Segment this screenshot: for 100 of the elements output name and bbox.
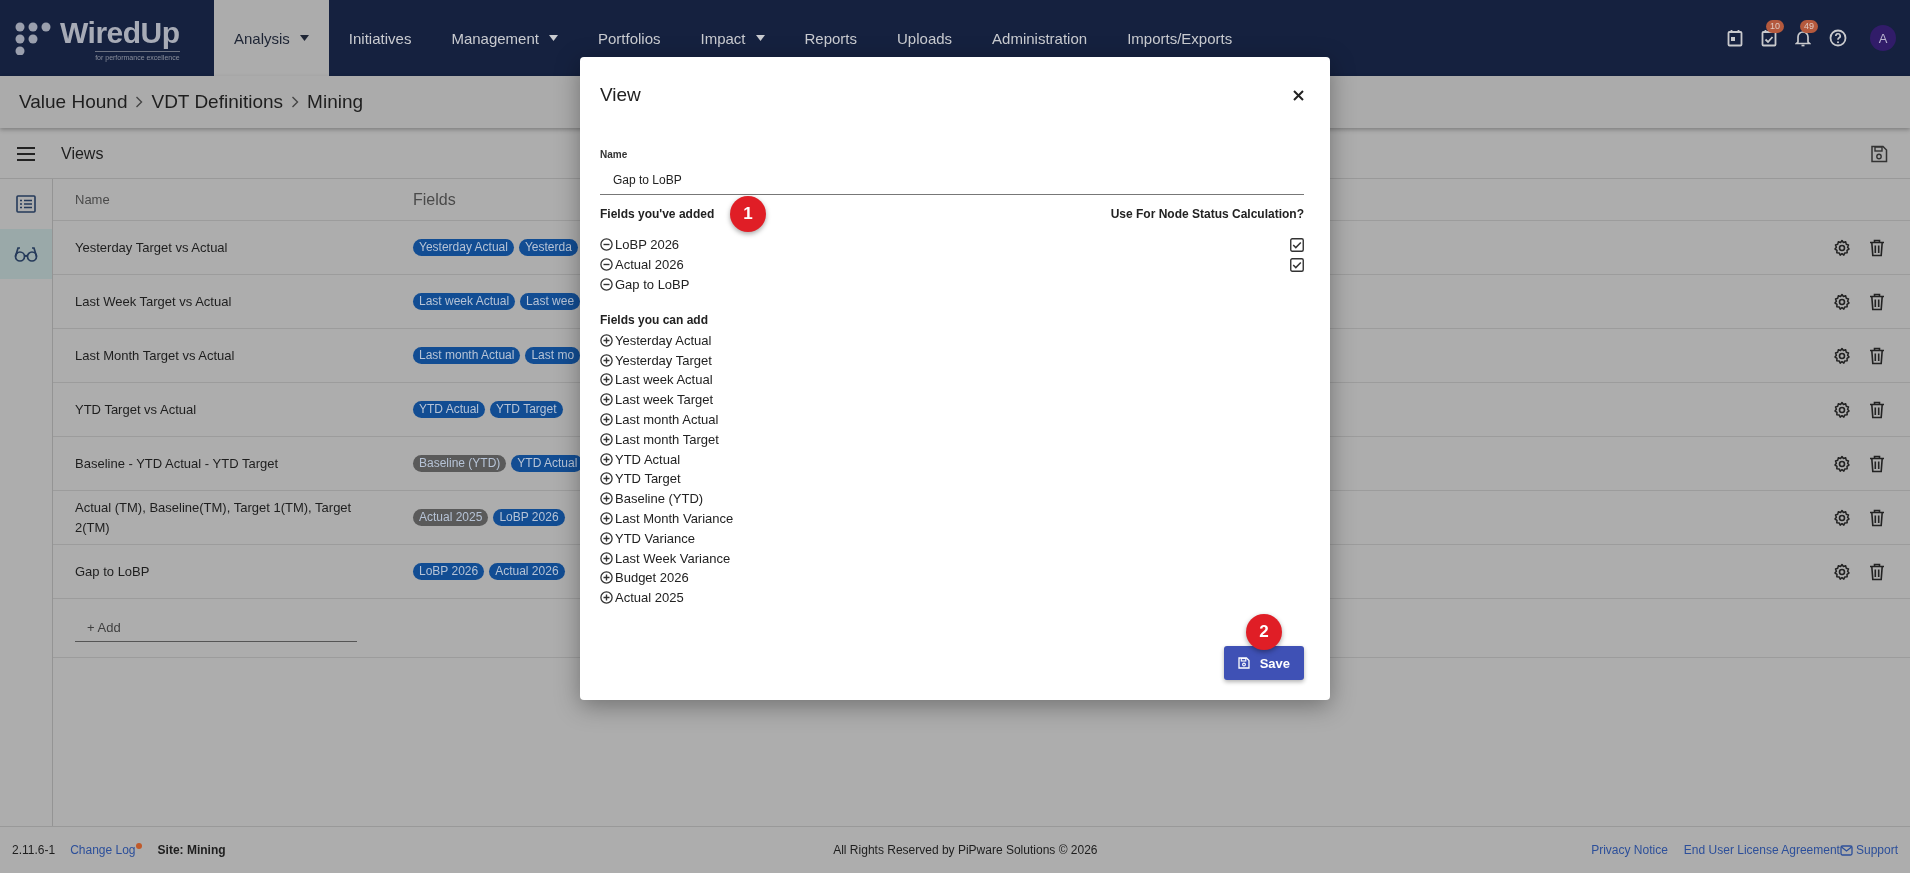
trash-icon[interactable] [1869,238,1885,257]
nav-tab[interactable]: Reports [784,0,878,76]
add-circle-icon[interactable] [600,472,613,486]
close-icon[interactable] [1293,89,1304,101]
add-field[interactable]: + Add [75,614,357,642]
footer-link[interactable]: End User License Agreement [1683,843,1840,857]
help-icon[interactable] [1829,29,1847,47]
available-field[interactable]: Last week Actual [615,372,713,388]
available-field[interactable]: Budget 2026 [615,570,689,586]
nav-tab[interactable]: Initiatives [328,0,432,76]
section-heading: Fields you've added [600,207,715,221]
dialog-title: View [600,84,641,106]
user-avatar[interactable]: A [1870,25,1896,51]
remove-circle-icon[interactable] [600,258,613,272]
save-icon [1237,657,1250,669]
added-field: Actual 2026 [615,257,684,273]
available-field[interactable]: Last month Actual [615,411,719,427]
settings-icon[interactable] [1833,454,1851,473]
settings-icon[interactable] [1833,292,1851,311]
column-heading: Use For Node Status Calculation? [1110,207,1304,221]
add-circle-icon[interactable] [600,393,613,407]
support-link[interactable]: Support [1855,843,1898,857]
column-header: Name [74,190,111,209]
available-field[interactable]: YTD Target [615,471,681,487]
available-field[interactable]: YTD Variance [615,530,695,546]
add-circle-icon[interactable] [600,492,613,506]
glasses-icon [14,246,38,262]
breadcrumb-link[interactable]: VDT Definitions [151,91,284,113]
add-circle-icon[interactable] [600,591,613,605]
step-marker: 1 [730,196,766,232]
mail-icon[interactable] [1839,844,1853,856]
settings-icon[interactable] [1833,508,1851,527]
add-circle-icon[interactable] [600,412,613,426]
field-tag: Actual 2025 [413,509,489,526]
field-tag: Actual 2026 [489,563,565,580]
trash-icon[interactable] [1869,562,1885,581]
checkbox[interactable] [1290,257,1304,272]
trash-icon[interactable] [1869,346,1885,365]
add-circle-icon[interactable] [600,551,613,565]
checkbox[interactable] [1290,237,1304,252]
nav-tab[interactable]: Portfolios [577,0,681,76]
table-cell-text: Actual (TM), Baseline(TM), Target 1(TM), Target 2(TM) [74,498,353,537]
table-cell-text: YTD Target vs Actual [74,400,198,419]
available-field[interactable]: Last month Target [615,431,719,447]
field-label: Name [600,149,629,160]
settings-icon[interactable] [1833,346,1851,365]
change-log-link[interactable]: Change Log [70,843,136,857]
available-field[interactable]: Last Week Variance [615,550,731,566]
settings-icon[interactable] [1833,400,1851,419]
settings-icon[interactable] [1833,562,1851,581]
add-circle-icon[interactable] [600,353,613,367]
nav-tab[interactable]: Impact [680,0,785,76]
field-tag: Baseline (YTD) [413,455,507,472]
nav-tab[interactable]: Administration [972,0,1108,76]
nav-tab[interactable]: Analysis [214,0,329,76]
available-field[interactable]: Last Month Variance [615,510,734,526]
remove-circle-icon[interactable] [600,238,613,252]
add-circle-icon[interactable] [600,333,613,347]
add-circle-icon[interactable] [600,432,613,446]
add-circle-icon[interactable] [600,531,613,545]
bell-icon[interactable] [1795,29,1811,47]
save-button[interactable]: Save [1223,646,1304,680]
nav-tab[interactable]: Imports/Exports [1107,0,1253,76]
add-circle-icon[interactable] [600,571,613,585]
field-tag: LoBP 2026 [493,509,565,526]
breadcrumb-link[interactable]: Mining [307,91,364,113]
site-label: Site: Mining [157,843,226,857]
nav-tab[interactable]: Uploads [877,0,973,76]
breadcrumb-link[interactable]: Value Hound [19,91,128,113]
field-tag: Last wee [520,293,581,310]
available-field[interactable]: YTD Actual [615,451,681,467]
available-field[interactable]: Last week Target [615,392,714,408]
add-circle-icon[interactable] [600,511,613,525]
field-tag: YTD Actual [413,401,486,418]
list-icon [16,195,36,213]
menu-icon[interactable] [17,147,35,161]
count-badge: 10 [1766,20,1784,33]
column-header: Fields [413,190,457,209]
version-text: 2.11.6-1 [12,843,56,857]
table-cell-text: Last Month Target vs Actual [74,346,236,365]
trash-icon[interactable] [1869,292,1885,311]
available-field[interactable]: Baseline (YTD) [615,491,704,507]
available-field[interactable]: Yesterday Actual [615,332,712,348]
trash-icon[interactable] [1869,508,1885,527]
add-circle-icon[interactable] [600,452,613,466]
trash-icon[interactable] [1869,400,1885,419]
save-icon[interactable] [1870,145,1888,163]
available-field[interactable]: Yesterday Target [615,352,712,368]
notification-dot [135,843,142,849]
views-title: Views [61,145,104,163]
nav-tab[interactable]: Management [431,0,578,76]
trash-icon[interactable] [1869,454,1885,473]
chevron-right-icon [291,96,300,108]
available-field[interactable]: Actual 2025 [615,590,684,606]
calendar-icon[interactable] [1727,29,1743,47]
remove-circle-icon[interactable] [600,278,613,291]
footer-link[interactable]: Privacy Notice [1591,843,1668,857]
add-circle-icon[interactable] [600,373,613,387]
sidebar-item[interactable] [0,229,52,279]
settings-icon[interactable] [1833,238,1851,257]
